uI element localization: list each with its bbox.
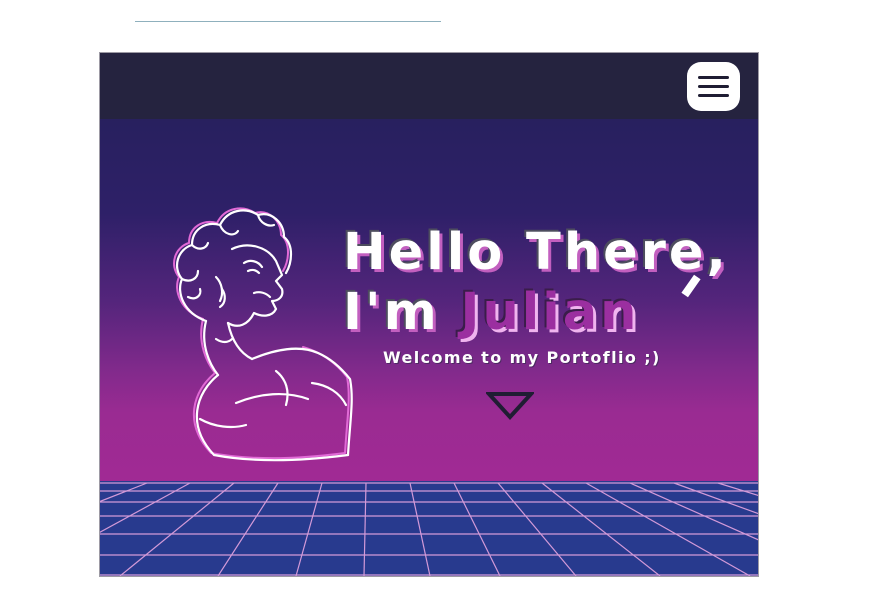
- hero-greeting: Hello There,: [343, 223, 729, 282]
- bust-line-art-icon: [173, 207, 353, 462]
- down-triangle-arrow-icon[interactable]: [486, 391, 534, 421]
- hero-intro: I'm Julian: [343, 287, 639, 338]
- hero-intro-prefix: I'm: [343, 283, 440, 342]
- hero-name: Julian: [460, 283, 640, 342]
- top-divider-line: [135, 21, 441, 22]
- portfolio-hero: Hello There, I'm Julian Welcome to my Po…: [100, 53, 758, 576]
- retro-grid-floor: [100, 481, 758, 576]
- menu-button[interactable]: [687, 62, 740, 111]
- navbar: [100, 53, 758, 119]
- welcome-subtitle: Welcome to my Portoflio ;): [383, 348, 661, 367]
